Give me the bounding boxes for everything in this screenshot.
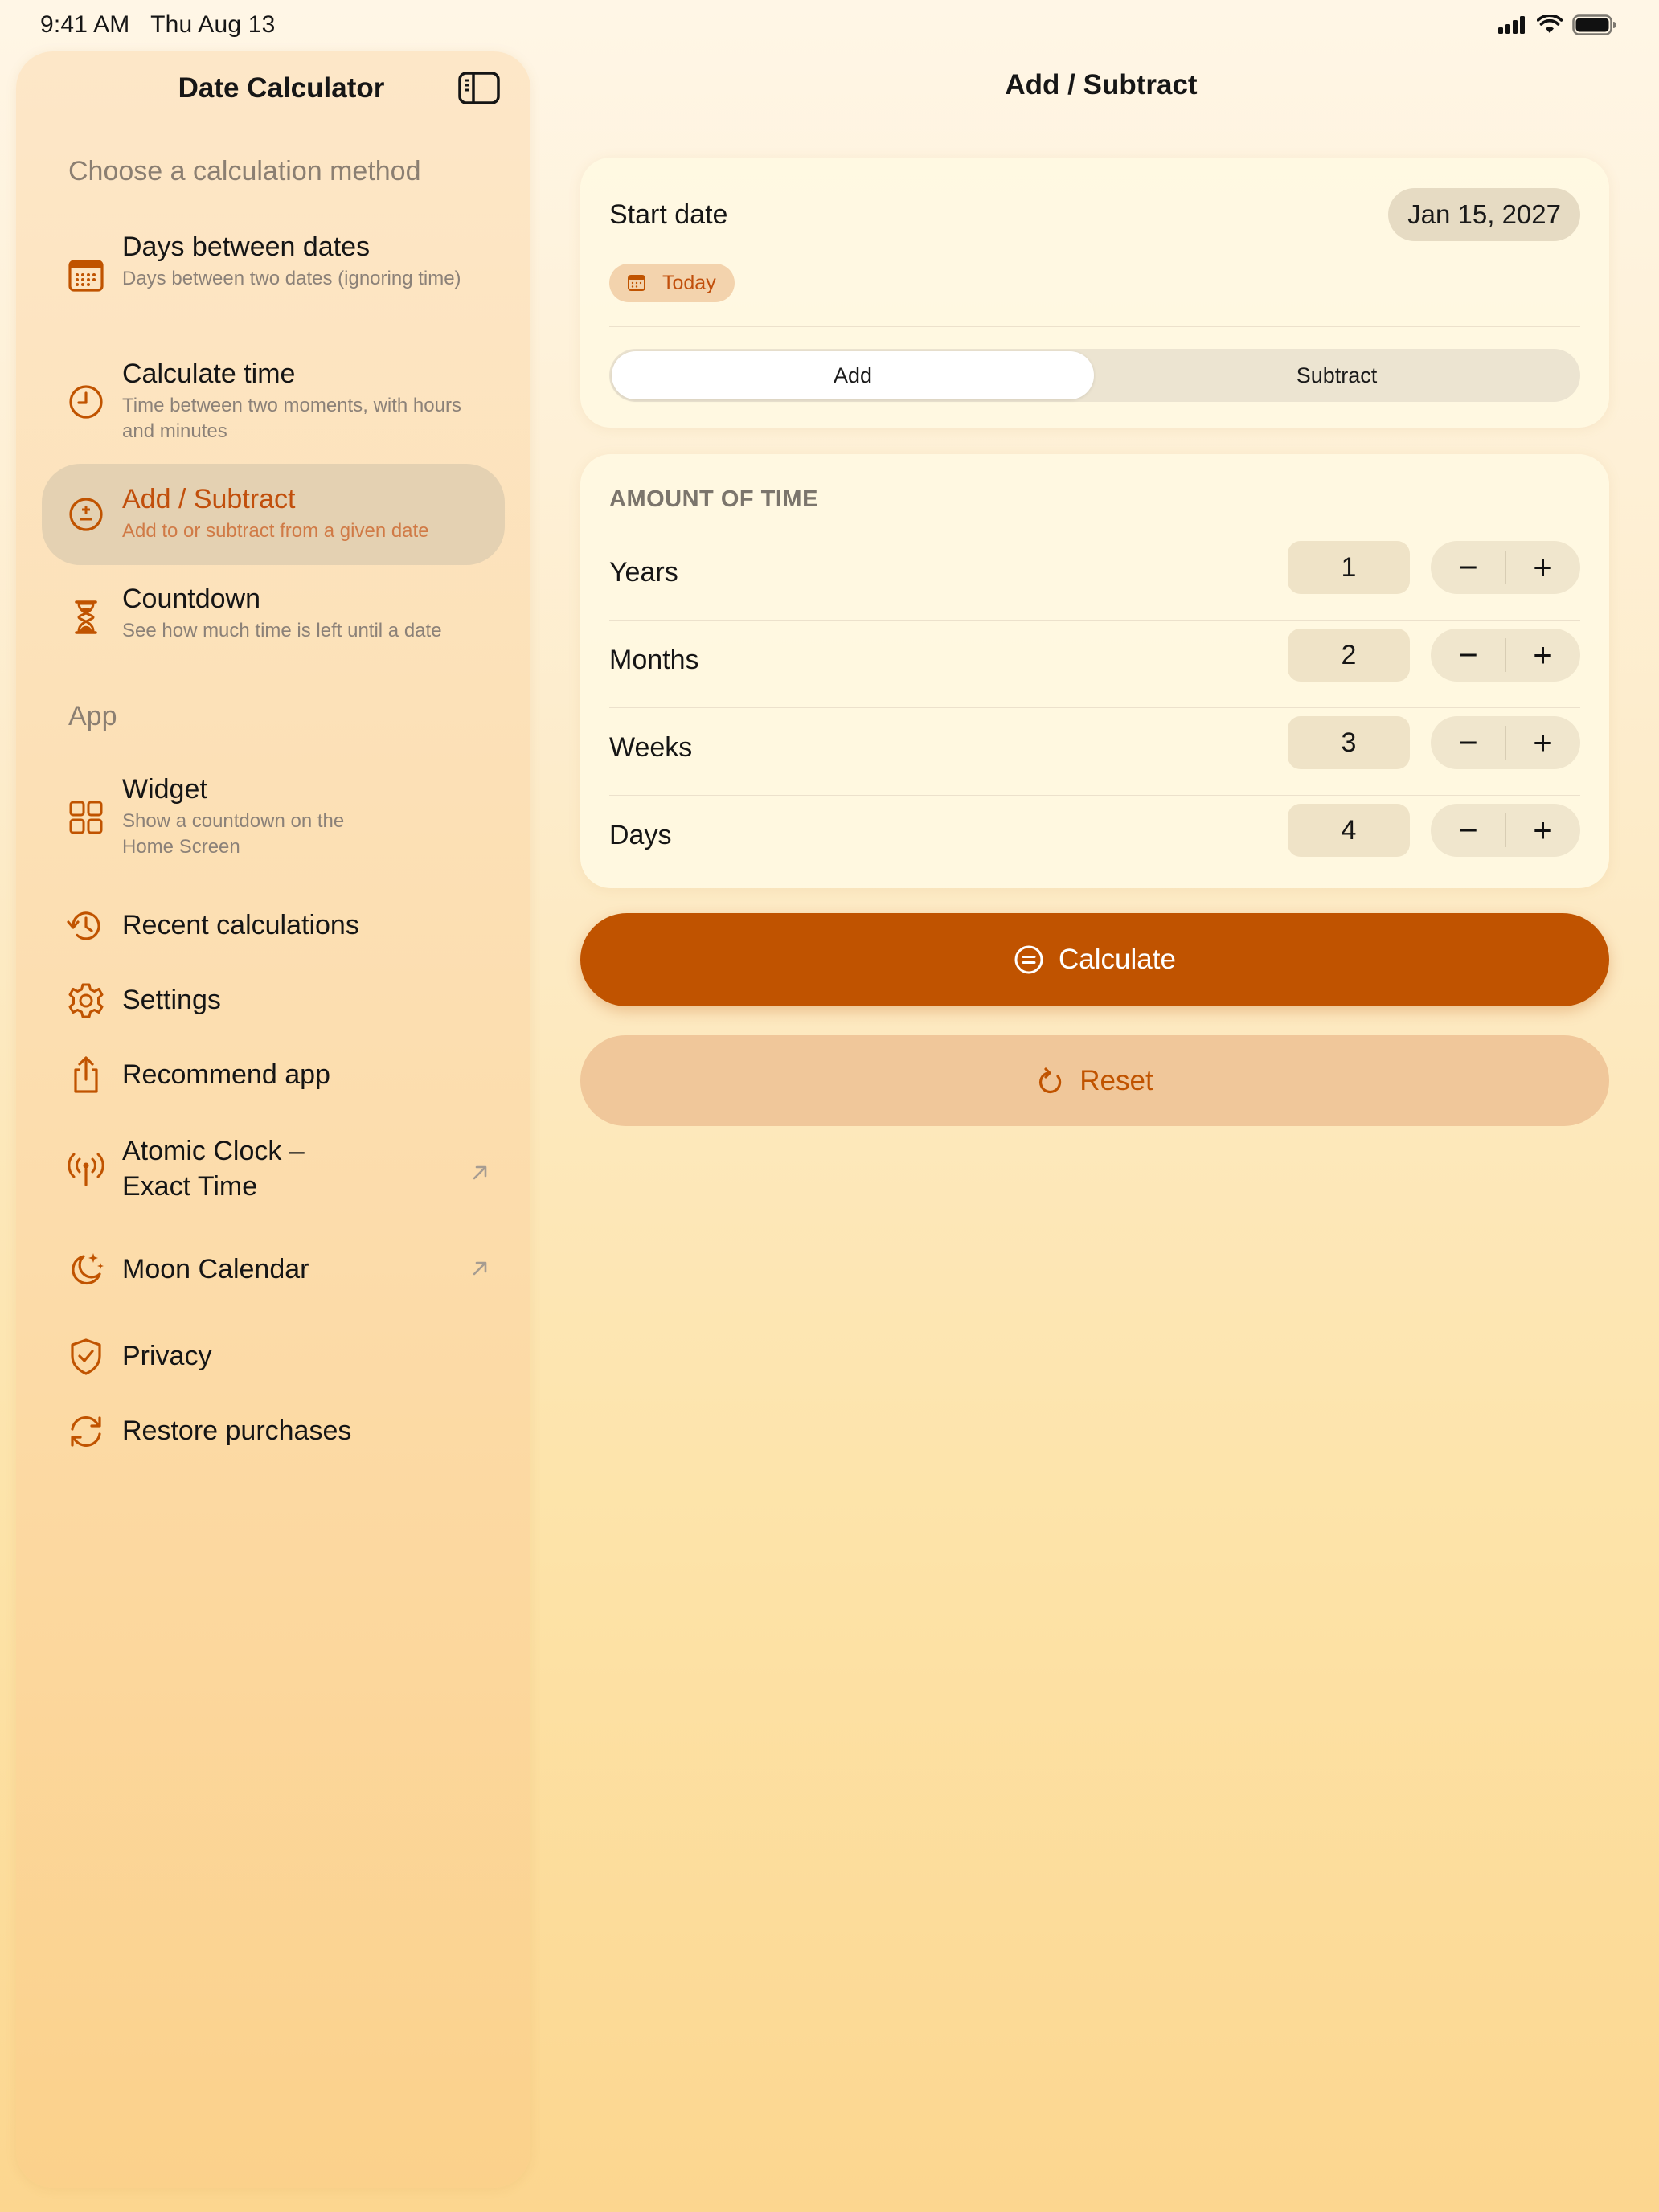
section-label-methods: Choose a calculation method bbox=[68, 156, 421, 186]
amount-header: AMOUNT OF TIME bbox=[609, 486, 818, 512]
years-value[interactable]: 1 bbox=[1288, 541, 1410, 594]
antenna-icon bbox=[68, 1153, 104, 1186]
amount-of-time-card: AMOUNT OF TIME Years 1 − + Months 2 − + … bbox=[580, 454, 1609, 888]
weeks-stepper: − + bbox=[1431, 716, 1580, 769]
sidebar-item-recommend-app[interactable]: Recommend app bbox=[42, 1039, 505, 1112]
wifi-icon bbox=[1537, 15, 1563, 33]
gear-icon bbox=[68, 983, 104, 1018]
amount-row-days: Days 4 − + bbox=[580, 796, 1609, 883]
sidebar-toggle-icon bbox=[458, 72, 500, 104]
sidebar-item-title: Moon Calendar bbox=[122, 1254, 309, 1284]
row-label: Years bbox=[609, 557, 678, 588]
segment-add[interactable]: Add bbox=[612, 351, 1094, 399]
cellular-signal-icon bbox=[1498, 16, 1525, 34]
status-bar: 9:41 AM Thu Aug 13 bbox=[0, 0, 1659, 51]
equals-circle-icon bbox=[1014, 945, 1043, 974]
sidebar-item-title-line1: Atomic Clock – bbox=[122, 1136, 305, 1166]
calendar-grid-icon bbox=[68, 260, 104, 292]
divider bbox=[609, 326, 1580, 327]
weeks-increment-button[interactable]: + bbox=[1505, 716, 1580, 769]
months-decrement-button[interactable]: − bbox=[1431, 629, 1505, 682]
amount-row-years: Years 1 − + bbox=[580, 533, 1609, 621]
hourglass-icon bbox=[75, 600, 97, 634]
reset-arrow-icon bbox=[1039, 1067, 1062, 1093]
start-date-card: Start date Jan 15, 2027 Today Add Subtra… bbox=[580, 158, 1609, 428]
sidebar-item-recent-calculations[interactable]: Recent calculations bbox=[42, 890, 505, 962]
sidebar: Date Calculator Choose a calculation met… bbox=[16, 51, 530, 2188]
segment-subtract[interactable]: Subtract bbox=[1096, 351, 1578, 399]
sidebar-item-title: Calculate time bbox=[122, 358, 296, 389]
sidebar-item-moon-calendar[interactable]: Moon Calendar bbox=[42, 1229, 505, 1309]
page-title: Add / Subtract bbox=[1005, 69, 1198, 100]
sidebar-item-countdown[interactable]: Countdown See how much time is left unti… bbox=[42, 570, 505, 658]
plus-minus-circle-icon bbox=[69, 498, 103, 531]
reset-label: Reset bbox=[1079, 1064, 1153, 1096]
today-label: Today bbox=[662, 272, 716, 294]
sidebar-item-title: Days between dates bbox=[122, 231, 371, 262]
battery-icon bbox=[1572, 14, 1616, 35]
months-increment-button[interactable]: + bbox=[1505, 629, 1580, 682]
years-stepper: − + bbox=[1431, 541, 1580, 594]
status-time: 9:41 AM bbox=[40, 11, 130, 38]
share-icon bbox=[74, 1056, 98, 1093]
moon-stars-icon bbox=[72, 1253, 104, 1285]
today-button[interactable]: Today bbox=[609, 264, 735, 302]
external-link-icon bbox=[473, 1261, 487, 1276]
sidebar-item-subtitle: Add to or subtract from a given date bbox=[122, 520, 429, 542]
sidebar-item-title: Privacy bbox=[122, 1341, 212, 1371]
calculate-button[interactable]: Calculate bbox=[580, 913, 1609, 1006]
sidebar-item-settings[interactable]: Settings bbox=[42, 965, 505, 1037]
sidebar-item-title: Atomic Clock – Exact Time bbox=[122, 1133, 305, 1204]
sidebar-item-add-subtract[interactable]: Add / Subtract Add to or subtract from a… bbox=[42, 464, 505, 565]
row-label: Days bbox=[609, 820, 672, 850]
weeks-decrement-button[interactable]: − bbox=[1431, 716, 1505, 769]
sidebar-item-subtitle: Days between two dates (ignoring time) bbox=[122, 268, 461, 289]
add-subtract-segmented-control: Add Subtract bbox=[609, 349, 1580, 402]
days-increment-button[interactable]: + bbox=[1505, 804, 1580, 857]
calendar-icon bbox=[628, 275, 645, 291]
widget-grid-icon bbox=[69, 801, 103, 834]
sidebar-item-calculate-time[interactable]: Calculate time Time between two moments,… bbox=[42, 343, 505, 464]
years-decrement-button[interactable]: − bbox=[1431, 541, 1505, 594]
days-stepper: − + bbox=[1431, 804, 1580, 857]
section-label-app: App bbox=[68, 701, 117, 731]
months-value[interactable]: 2 bbox=[1288, 629, 1410, 682]
clock-icon bbox=[69, 385, 103, 419]
sidebar-toggle-button[interactable] bbox=[458, 71, 502, 106]
sidebar-item-title-line2: Exact Time bbox=[122, 1171, 258, 1202]
start-date-picker[interactable]: Jan 15, 2027 bbox=[1388, 188, 1580, 241]
amount-row-weeks: Weeks 3 − + bbox=[580, 708, 1609, 796]
start-date-label: Start date bbox=[609, 199, 728, 230]
reset-button[interactable]: Reset bbox=[580, 1035, 1609, 1126]
sidebar-item-title: Countdown bbox=[122, 584, 261, 614]
shield-check-icon bbox=[71, 1338, 101, 1375]
sidebar-item-atomic-clock[interactable]: Atomic Clock – Exact Time bbox=[42, 1114, 505, 1227]
calculate-label: Calculate bbox=[1059, 944, 1176, 975]
sidebar-item-title: Recent calculations bbox=[122, 910, 359, 940]
sidebar-item-days-between-dates[interactable]: Days between dates Days between two date… bbox=[42, 216, 505, 337]
years-increment-button[interactable]: + bbox=[1505, 541, 1580, 594]
sidebar-item-subtitle: Show a countdown on the Home Screen bbox=[122, 810, 345, 858]
weeks-value[interactable]: 3 bbox=[1288, 716, 1410, 769]
sidebar-item-title: Recommend app bbox=[122, 1059, 330, 1090]
months-stepper: − + bbox=[1431, 629, 1580, 682]
sidebar-item-subtitle: Time between two moments, with hours and… bbox=[122, 395, 461, 442]
row-label: Months bbox=[609, 645, 699, 675]
sidebar-item-title: Restore purchases bbox=[122, 1415, 352, 1446]
days-decrement-button[interactable]: − bbox=[1431, 804, 1505, 857]
sidebar-item-restore-purchases[interactable]: Restore purchases bbox=[42, 1395, 505, 1468]
external-link-icon bbox=[473, 1165, 487, 1180]
sidebar-item-title: Add / Subtract bbox=[122, 484, 296, 514]
history-icon bbox=[67, 911, 100, 940]
sidebar-item-subtitle: See how much time is left until a date bbox=[122, 620, 442, 641]
amount-row-months: Months 2 − + bbox=[580, 621, 1609, 708]
sidebar-item-widget[interactable]: Widget Show a countdown on the Home Scre… bbox=[42, 759, 505, 879]
sidebar-item-privacy[interactable]: Privacy bbox=[42, 1321, 505, 1393]
row-label: Weeks bbox=[609, 732, 693, 763]
sidebar-item-title: Settings bbox=[122, 985, 221, 1015]
restore-arrows-icon bbox=[71, 1416, 101, 1447]
status-date: Thu Aug 13 bbox=[150, 11, 276, 38]
days-value[interactable]: 4 bbox=[1288, 804, 1410, 857]
sidebar-item-title: Widget bbox=[122, 774, 207, 805]
